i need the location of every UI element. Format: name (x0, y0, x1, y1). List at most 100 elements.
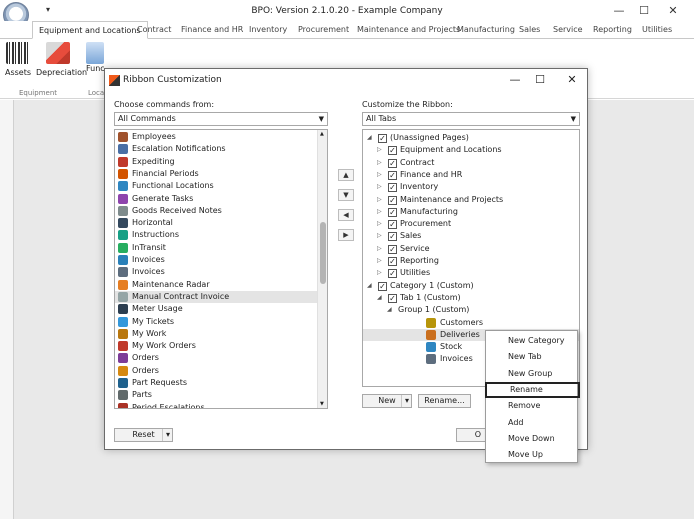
dialog-minimize-button[interactable]: — (504, 71, 526, 89)
tree-node[interactable]: ▷ ✓ Inventory (363, 181, 579, 193)
checkbox[interactable]: ✓ (378, 134, 387, 143)
tree-node[interactable]: ▷ ✓ Service (363, 243, 579, 255)
tree-node[interactable]: ▷ ✓ Manufacturing (363, 206, 579, 218)
checkbox[interactable]: ✓ (388, 183, 397, 193)
tab-maintenance-and-projects[interactable]: Maintenance and Projects (357, 21, 460, 39)
minimize-button[interactable]: — (608, 4, 630, 18)
tab-procurement[interactable]: Procurement (298, 21, 349, 39)
scroll-down-icon[interactable]: ▼ (320, 401, 324, 407)
command-item[interactable]: Manual Contract Invoice (115, 290, 318, 303)
chevron-down-icon[interactable]: ▾ (400, 395, 409, 407)
expander-icon[interactable]: ▷ (377, 206, 382, 218)
reset-split-button[interactable]: Reset ▾ (114, 428, 173, 442)
expander-icon[interactable]: ▷ (377, 267, 382, 279)
expander-icon[interactable]: ◢ (387, 304, 392, 316)
expander-icon[interactable]: ▷ (377, 230, 382, 242)
tree-node[interactable]: Customers (363, 317, 579, 329)
tree-node[interactable]: ▷ ✓ Utilities (363, 267, 579, 279)
checkbox[interactable]: ✓ (388, 195, 397, 205)
tree-node[interactable]: ▷ ✓ Sales (363, 230, 579, 242)
tab-finance-and-hr[interactable]: Finance and HR (181, 21, 243, 39)
tab-contract[interactable]: Contract (137, 21, 171, 39)
tree-node[interactable]: ◢ ✓ (Unassigned Pages) (363, 132, 579, 144)
tree-context-menu: New Category New Tab New Group Rename Remove… (485, 330, 580, 463)
chevron-down-icon[interactable]: ▾ (161, 429, 170, 441)
checkbox[interactable]: ✓ (388, 220, 397, 230)
maximize-button[interactable]: ☐ (633, 4, 655, 18)
checkbox[interactable]: ✓ (388, 232, 397, 242)
tree-node[interactable]: ◢ ✓ Category 1 (Custom) (363, 280, 579, 292)
checkbox[interactable]: ✓ (388, 207, 397, 217)
context-menu-item[interactable]: Move Up (486, 447, 579, 463)
tab-reporting[interactable]: Reporting (593, 21, 632, 39)
context-menu-item[interactable]: New Group (486, 366, 579, 382)
commands-scrollbar[interactable]: ▲ ▼ (317, 130, 327, 408)
tree-node[interactable]: ▷ ✓ Procurement (363, 218, 579, 230)
expander-icon[interactable]: ▷ (377, 144, 382, 156)
checkbox[interactable]: ✓ (388, 244, 397, 254)
tree-node[interactable]: ▷ ✓ Equipment and Locations (363, 144, 579, 156)
checkbox[interactable]: ✓ (388, 293, 397, 303)
checkbox[interactable]: ✓ (388, 158, 397, 168)
expander-icon[interactable]: ▷ (377, 255, 382, 267)
barcode-icon (6, 42, 30, 64)
checkbox[interactable]: ✓ (388, 269, 397, 279)
tree-node-label: Service (400, 243, 430, 253)
dialog-close-button[interactable]: ✕ (561, 71, 583, 89)
commands-source-select[interactable]: All Commands ▼ (114, 112, 328, 126)
depreciation-button[interactable]: Depreciation (36, 42, 87, 77)
tree-node-label: Inventory (400, 182, 439, 192)
tree-node[interactable]: ▷ ✓ Reporting (363, 255, 579, 267)
context-menu-item[interactable]: Move Down (486, 431, 579, 447)
tab-manufacturing[interactable]: Manufacturing (457, 21, 515, 39)
checkbox[interactable]: ✓ (388, 146, 397, 156)
checkbox[interactable]: ✓ (388, 257, 397, 266)
checkbox[interactable]: ✓ (388, 170, 397, 180)
expander-icon[interactable]: ◢ (367, 280, 372, 292)
move-up-button[interactable]: ▲ (338, 169, 354, 181)
new-split-button[interactable]: New ▾ (362, 394, 412, 408)
scrollbar-thumb[interactable] (320, 222, 326, 284)
expander-icon[interactable]: ▷ (377, 181, 382, 193)
expander-icon[interactable]: ◢ (367, 132, 372, 144)
tab-service[interactable]: Service (553, 21, 583, 39)
command-icon (118, 341, 128, 352)
tab-equipment-and-locations[interactable]: Equipment and Locations (32, 21, 148, 39)
dialog-maximize-button[interactable]: ☐ (529, 71, 551, 89)
checkbox[interactable]: ✓ (378, 281, 387, 291)
scroll-up-icon[interactable]: ▲ (320, 131, 324, 137)
tab-sales[interactable]: Sales (519, 21, 540, 39)
context-menu-item[interactable]: New Category (486, 333, 579, 349)
expander-icon[interactable]: ▷ (377, 194, 382, 206)
tree-node-label: Stock (440, 342, 463, 352)
close-button[interactable]: ✕ (662, 4, 684, 18)
context-menu-item[interactable]: Remove (486, 398, 579, 414)
ribbon-tabs-select[interactable]: All Tabs ▼ (362, 112, 580, 126)
context-menu-item[interactable]: New Tab (486, 349, 579, 365)
tree-node[interactable]: ▷ ✓ Maintenance and Projects (363, 194, 579, 206)
expander-icon[interactable]: ▷ (377, 169, 382, 181)
remove-from-ribbon-button[interactable]: ◀ (338, 209, 354, 221)
context-menu-item[interactable]: Rename (485, 381, 580, 398)
expander-icon[interactable]: ▷ (377, 157, 382, 169)
commands-list[interactable]: Period Escalations Parts Part Requests Orde… (114, 129, 328, 409)
assets-button[interactable]: Assets (4, 42, 32, 77)
tree-node-label: Deliveries (440, 329, 480, 339)
command-label: Part Requests (132, 378, 187, 387)
tab-utilities[interactable]: Utilities (642, 21, 672, 39)
expander-icon[interactable]: ▷ (377, 243, 382, 255)
expander-icon[interactable]: ▷ (377, 218, 382, 230)
ok-button[interactable]: O (456, 428, 486, 442)
move-down-button[interactable]: ▼ (338, 189, 354, 201)
context-menu-item[interactable]: Add (486, 415, 579, 431)
tree-node[interactable]: ◢ ✓ Tab 1 (Custom) (363, 292, 579, 304)
tree-node[interactable]: ▷ ✓ Contract (363, 157, 579, 169)
rename-button[interactable]: Rename... (418, 394, 471, 408)
add-to-ribbon-button[interactable]: ▶ (338, 229, 354, 241)
tab-inventory[interactable]: Inventory (249, 21, 287, 39)
tree-node[interactable]: ▷ ✓ Finance and HR (363, 169, 579, 181)
tree-node[interactable]: ◢ Group 1 (Custom) (363, 304, 579, 316)
functional-locations-button[interactable]: Functional Loc (86, 42, 104, 73)
expander-icon[interactable]: ◢ (377, 292, 382, 304)
group-label-locations: Loca (88, 89, 105, 97)
